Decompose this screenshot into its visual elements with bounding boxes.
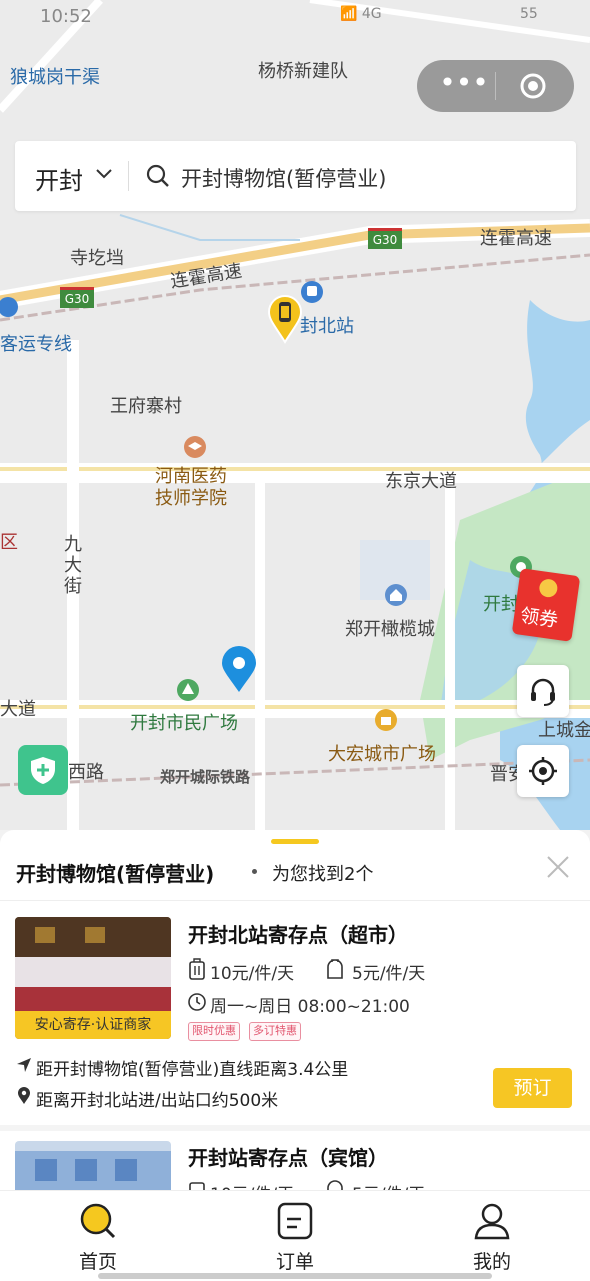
map-label: 东京大道	[385, 471, 457, 492]
store-name: 开封站寄存点（宾馆）	[188, 1146, 388, 1170]
luggage-icon	[189, 958, 205, 980]
map-label: 西路	[68, 762, 104, 783]
drag-handle[interactable]	[271, 839, 319, 844]
safety-button[interactable]	[18, 745, 68, 795]
map-view[interactable]: 10:52 📶 4G 55 狼城岗干渠 杨桥新建队 寺圪垱 连霍高速 连霍高速 …	[0, 0, 590, 830]
map-label: 大道	[0, 699, 36, 720]
map-label: 郑开橄榄城	[345, 619, 435, 640]
home-poi-icon	[385, 584, 407, 606]
large-item-price: 10元/件/天	[210, 1180, 294, 1190]
distance-to-museum: 距开封博物馆(暂停营业)直线距离3.4公里	[36, 1060, 349, 1080]
bag-icon	[327, 1180, 343, 1190]
park-icon	[177, 679, 199, 701]
locate-me-button[interactable]	[517, 745, 569, 797]
status-signal-icon: 📶 4G	[340, 6, 382, 22]
small-item-price: 5元/件/天	[352, 1180, 425, 1190]
map-label: 上城金	[538, 720, 590, 741]
tab-label: 我的	[472, 1251, 511, 1273]
location-pin-icon[interactable]	[220, 646, 258, 694]
map-label: 九 大 街	[64, 534, 82, 597]
storage-card[interactable]: 安心寄存·认证商家 开封北站寄存点（超市） 10元/件/天 5元/件/天 周一~…	[0, 901, 590, 1121]
tab-home[interactable]: 首页	[38, 1191, 158, 1281]
results-sheet: 开封博物馆(暂停营业) 为您找到2个 安心寄存·认证商家 开封北站寄存点（超市）…	[0, 830, 590, 1190]
status-time: 10:52	[40, 6, 92, 27]
map-label: 王府寨村	[110, 396, 182, 417]
luggage-icon	[189, 1182, 205, 1190]
bag-icon	[327, 959, 343, 979]
results-count: 为您找到2个	[272, 864, 374, 885]
search-home-icon	[80, 1203, 116, 1239]
search-icon	[146, 164, 169, 187]
map-label: 开封市民广场	[130, 713, 238, 734]
map-label: 寺圪垱	[70, 248, 124, 269]
map-label: 狼城岗干渠	[10, 67, 100, 88]
discount-tag: 多订特惠	[249, 1022, 301, 1041]
home-indicator	[98, 1273, 492, 1279]
city-selector[interactable]: 开封	[35, 161, 83, 196]
more-menu-icon[interactable]: •••	[439, 69, 489, 100]
shopping-icon	[375, 709, 397, 731]
bottom-tab-bar: 首页 订单 我的	[0, 1190, 590, 1281]
map-label: 河南医药 技师学院	[155, 466, 227, 509]
tab-label: 首页	[78, 1251, 117, 1273]
coupon-label: 领券	[518, 604, 560, 632]
search-bar: 开封 开封博物馆(暂停营业)	[15, 141, 576, 211]
store-photo-image	[15, 1141, 171, 1190]
tab-profile[interactable]: 我的	[432, 1191, 552, 1281]
chevron-down-icon[interactable]	[95, 167, 113, 181]
book-button[interactable]: 预订	[493, 1068, 572, 1108]
customer-service-button[interactable]	[517, 665, 569, 717]
clock-icon	[188, 993, 206, 1011]
tab-label: 订单	[275, 1251, 314, 1273]
coupon-icon	[539, 579, 558, 598]
map-label: 大宏城市广场	[328, 744, 436, 765]
results-title: 开封博物馆(暂停营业)	[16, 862, 215, 886]
storage-marker-icon[interactable]	[267, 294, 303, 344]
divider	[128, 161, 129, 191]
small-item-price: 5元/件/天	[352, 964, 426, 984]
school-icon	[184, 436, 206, 458]
shield-icon	[31, 757, 55, 784]
highway-shield: G30	[368, 228, 402, 249]
map-label: 郑开城际铁路	[160, 768, 251, 786]
map-base	[0, 0, 590, 830]
rail-icon	[0, 297, 18, 317]
headset-icon	[531, 678, 555, 706]
close-miniprogram-icon[interactable]	[519, 72, 547, 100]
miniprogram-capsule: •••	[417, 60, 574, 112]
user-icon	[474, 1203, 510, 1240]
navigation-arrow-icon	[17, 1058, 31, 1072]
store-photo: 安心寄存·认证商家	[15, 917, 171, 1039]
order-icon	[277, 1202, 313, 1240]
map-label: 封北站	[300, 316, 354, 337]
certified-badge: 安心寄存·认证商家	[15, 1011, 171, 1039]
store-photo	[15, 1141, 171, 1190]
station-icon	[301, 281, 323, 303]
distance-to-station: 距离开封北站进/出站口约500米	[36, 1091, 279, 1111]
battery-icon: 55	[520, 6, 538, 22]
store-name: 开封北站寄存点（超市）	[188, 923, 408, 947]
map-label: 连霍高速	[480, 228, 552, 249]
crosshair-icon	[529, 757, 557, 785]
discount-tag: 限时优惠	[188, 1022, 240, 1041]
storage-card[interactable]: 开封站寄存点（宾馆） 10元/件/天 5元/件/天	[0, 1131, 590, 1190]
large-item-price: 10元/件/天	[210, 964, 295, 984]
tab-orders[interactable]: 订单	[235, 1191, 355, 1281]
map-label: 杨桥新建队	[258, 61, 348, 82]
capsule-divider	[495, 72, 496, 100]
business-hours: 周一~周日 08:00~21:00	[210, 997, 410, 1017]
search-input[interactable]: 开封博物馆(暂停营业)	[181, 163, 386, 193]
map-label: 区	[0, 532, 18, 553]
close-icon[interactable]	[545, 854, 571, 880]
map-label: 客运专线	[0, 334, 72, 355]
separator-dot	[252, 869, 257, 874]
coupon-button[interactable]: 领券	[511, 568, 581, 642]
highway-shield: G30	[60, 287, 94, 308]
location-icon	[18, 1087, 30, 1104]
status-bar: 10:52 📶 4G 55	[0, 6, 590, 36]
